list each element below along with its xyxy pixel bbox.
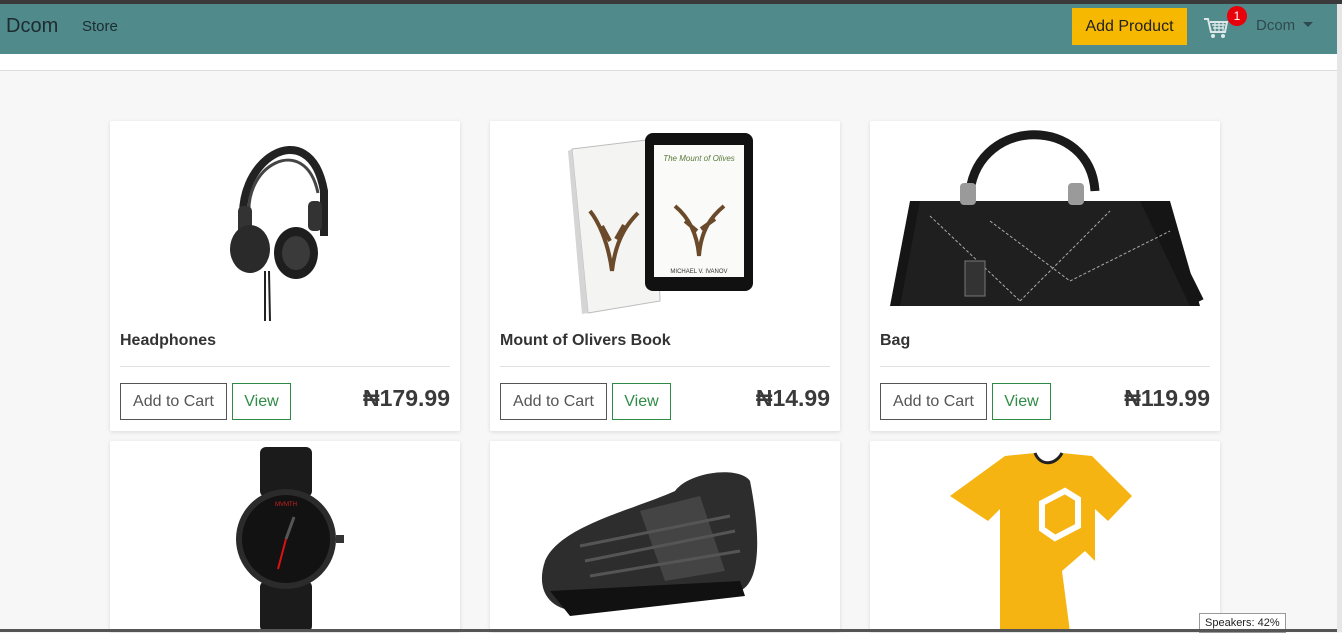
product-card: MVMTH [110, 441, 460, 632]
divider [880, 366, 1210, 367]
product-title[interactable]: Mount of Olivers Book [500, 332, 671, 350]
product-price: ₦119.99 [1124, 385, 1210, 411]
view-button[interactable]: View [992, 383, 1051, 420]
view-button[interactable]: View [232, 383, 291, 420]
product-card: Headphones Add to Cart View ₦179.99 [110, 121, 460, 431]
product-title[interactable]: Bag [880, 332, 910, 350]
add-to-cart-button[interactable]: Add to Cart [880, 383, 987, 420]
bag-image[interactable] [870, 121, 1220, 321]
headphones-image[interactable] [110, 121, 460, 321]
sub-header-bar [0, 54, 1337, 71]
book-cover-title: The Mount of Olives [663, 154, 735, 163]
product-card [870, 441, 1220, 632]
product-card [490, 441, 840, 632]
product-card: The Mount of Olives MICHAEL V. IVANOV Mo… [490, 121, 840, 431]
book-image[interactable]: The Mount of Olives MICHAEL V. IVANOV [490, 121, 840, 321]
add-to-cart-button[interactable]: Add to Cart [120, 383, 227, 420]
user-dropdown[interactable]: Dcom [1256, 17, 1314, 34]
add-to-cart-button[interactable]: Add to Cart [500, 383, 607, 420]
watch-brand-label: MVMTH [275, 502, 297, 508]
nav-link-store[interactable]: Store [82, 18, 118, 35]
product-card: Bag Add to Cart View ₦119.99 [870, 121, 1220, 431]
navbar: Dcom Store Add Product 1 Dcom [0, 4, 1337, 54]
cart-count-badge: 1 [1227, 6, 1247, 26]
watch-image[interactable]: MVMTH [110, 441, 460, 632]
tshirt-image[interactable] [870, 441, 1220, 632]
product-title[interactable]: Headphones [120, 332, 216, 350]
add-product-button[interactable]: Add Product [1072, 8, 1187, 45]
chevron-down-icon [1303, 21, 1314, 27]
view-button[interactable]: View [612, 383, 671, 420]
brand-logo[interactable]: Dcom [6, 15, 58, 38]
product-price: ₦179.99 [363, 385, 450, 411]
shoe-image[interactable] [490, 441, 840, 632]
divider [120, 366, 450, 367]
book-cover-author: MICHAEL V. IVANOV [670, 269, 727, 275]
cart-icon[interactable] [1202, 14, 1230, 42]
product-price: ₦14.99 [755, 385, 830, 411]
user-dropdown-label: Dcom [1256, 17, 1296, 34]
divider [500, 366, 830, 367]
page-scrollbar[interactable] [1337, 4, 1342, 632]
